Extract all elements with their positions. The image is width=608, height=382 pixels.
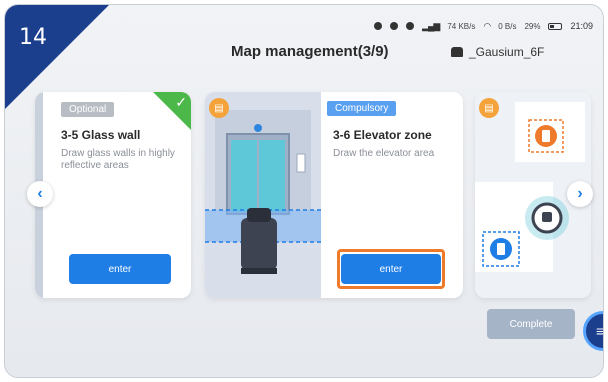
- net-speed-up: 0 B/s: [498, 21, 517, 31]
- elevator-illustration: ▤: [205, 92, 321, 298]
- task-card-glass-wall[interactable]: Optional ✓ 3-5 Glass wall Draw glass wal…: [35, 92, 191, 298]
- book-icon: ▤: [479, 98, 499, 118]
- menu-icon[interactable]: ≡: [583, 311, 603, 351]
- card-description: Draw the elevator area: [333, 148, 435, 159]
- compulsory-tag: Compulsory: [327, 101, 397, 116]
- current-map: _Gausium_6F: [451, 45, 544, 59]
- battery-level: 29%: [524, 21, 541, 31]
- signal-icon: ▂▄▆: [422, 20, 440, 31]
- task-card-elevator-zone[interactable]: ▤ Compulsory 3-6 Elevator zone Draw the …: [205, 92, 463, 298]
- map-name: _Gausium_6F: [469, 45, 545, 59]
- battery-icon: [548, 22, 563, 30]
- location-icon: [406, 22, 415, 30]
- book-icon: ▤: [209, 98, 229, 118]
- wifi-icon: ◠: [483, 20, 491, 31]
- optional-tag: Optional: [61, 102, 115, 117]
- step-number: 14: [19, 25, 47, 50]
- check-icon: ✓: [175, 94, 187, 110]
- chevron-left-icon[interactable]: ‹: [27, 181, 53, 207]
- enter-button-glass-wall[interactable]: enter: [69, 254, 171, 284]
- clock: 21:09: [570, 21, 593, 31]
- page-title: Map management(3/9): [231, 43, 389, 60]
- tablet-screen: 14 ▂▄▆ 74 KB/s ◠ 0 B/s 29% 21:09 Map man…: [4, 4, 604, 378]
- robot-icon: [451, 47, 463, 57]
- enter-button-elevator-zone[interactable]: enter: [341, 254, 441, 284]
- chevron-right-icon[interactable]: ›: [567, 181, 593, 207]
- complete-button[interactable]: Complete: [487, 309, 575, 339]
- card-title: 3-5 Glass wall: [61, 128, 141, 142]
- card-description: Draw glass walls in highly reflective ar…: [61, 148, 175, 171]
- alarm-icon: [390, 22, 399, 30]
- notification-dot-icon: [374, 22, 383, 30]
- status-bar: ▂▄▆ 74 KB/s ◠ 0 B/s 29% 21:09: [374, 19, 593, 33]
- card-title: 3-6 Elevator zone: [333, 128, 432, 142]
- elevator-scene: [205, 92, 321, 298]
- net-speed-down: 74 KB/s: [447, 21, 476, 31]
